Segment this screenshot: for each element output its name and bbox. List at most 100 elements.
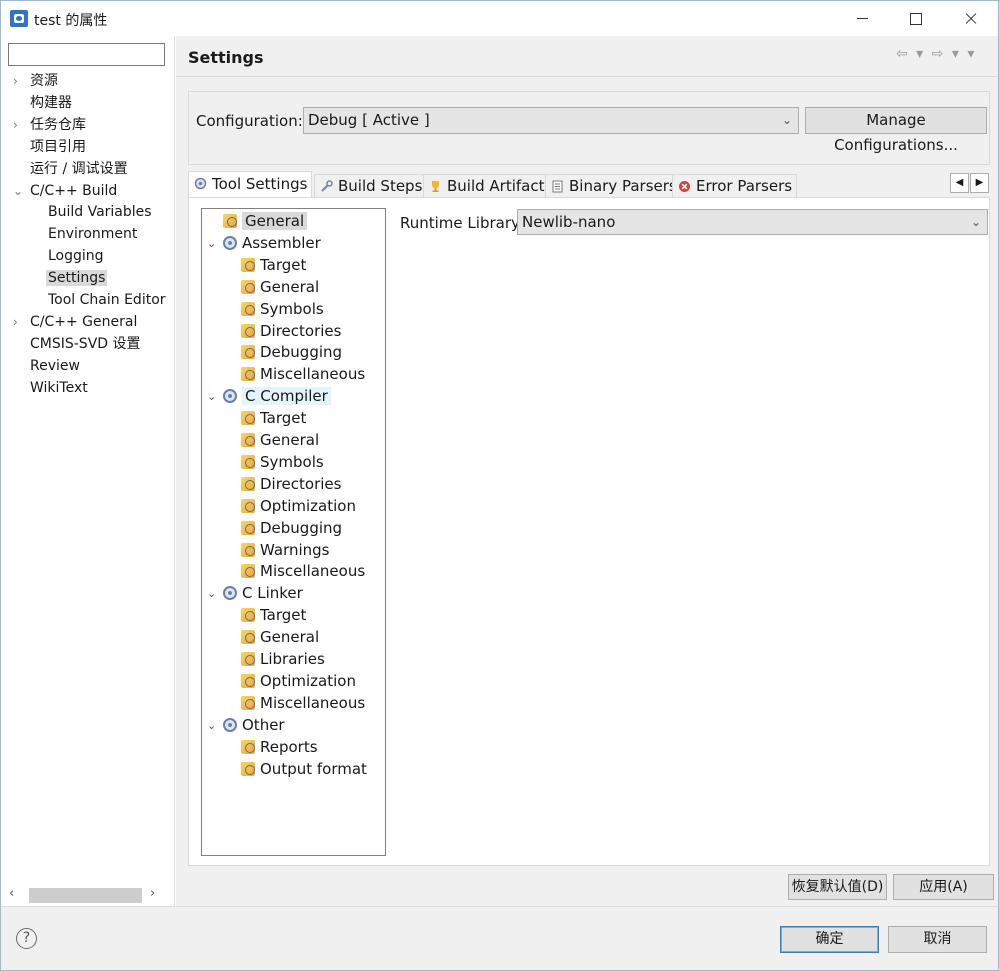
close-button[interactable] [944, 1, 999, 36]
folder-icon [241, 739, 255, 754]
tree-node[interactable]: Target [241, 255, 306, 276]
tree-node[interactable]: Miscellaneous [241, 561, 365, 582]
folder-icon [241, 279, 255, 294]
configuration-select[interactable]: Debug [ Active ] ⌄ [303, 107, 799, 134]
nav-item-settings[interactable]: Settings [46, 268, 108, 289]
scroll-left-icon[interactable]: ‹ [9, 886, 14, 901]
tree-node[interactable]: Optimization [241, 671, 356, 692]
tree-node[interactable]: ⌄ Assembler [207, 233, 321, 254]
folder-icon [241, 630, 255, 645]
tree-node-label: Directories [260, 474, 342, 493]
tree-node-label: Debugging [260, 343, 343, 362]
chevron-right-icon[interactable]: › [13, 71, 25, 92]
folder-icon [241, 520, 255, 535]
nav-item-label: Logging [48, 248, 104, 265]
filter-input[interactable] [8, 43, 165, 66]
tree-node-label: General [260, 431, 320, 449]
tree-node[interactable]: Directories [241, 474, 341, 495]
ok-button[interactable]: 确定 [780, 926, 879, 953]
folder-icon [241, 301, 255, 316]
nav-horizontal-scrollbar[interactable]: ‹ › [7, 885, 165, 905]
tree-node-label: C Linker [242, 584, 303, 603]
tree-node-label: Symbols [260, 299, 324, 318]
tab-build-steps[interactable]: Build Steps [314, 174, 428, 197]
tree-node-label: Optimization [260, 496, 356, 515]
tree-node[interactable]: Debugging [241, 342, 342, 363]
chevron-down-icon[interactable]: ⌄ [207, 233, 216, 254]
scroll-right-icon[interactable]: › [150, 886, 155, 901]
tree-node[interactable]: Miscellaneous [241, 364, 365, 385]
tree-node[interactable]: Symbols [241, 452, 324, 473]
tree-node-label: Miscellaneous [260, 562, 366, 581]
tree-node[interactable]: Target [241, 408, 306, 429]
tree-node[interactable]: ⌄ Other [207, 715, 285, 736]
chevron-down-icon[interactable]: ⌄ [207, 386, 216, 407]
nav-item-label: Environment [48, 226, 138, 243]
chevron-down-icon[interactable]: ⌄ [207, 715, 216, 736]
tree-node[interactable]: Optimization [241, 496, 356, 517]
nav-item-environment[interactable]: Environment [48, 224, 137, 245]
nav-item-c-c-build[interactable]: ⌄ C/C++ Build [13, 181, 117, 202]
tree-node[interactable]: General [223, 211, 308, 232]
tree-node[interactable]: Output format [241, 759, 367, 780]
restore-defaults-button[interactable]: 恢复默认值(D) [788, 874, 887, 900]
chevron-right-icon[interactable]: › [13, 115, 25, 136]
tree-node[interactable]: Reports [241, 737, 318, 758]
tree-node[interactable]: ⌄ C Linker [207, 583, 303, 604]
folder-icon [241, 761, 255, 776]
tab-binary-parsers[interactable]: Binary Parsers [545, 174, 682, 197]
folder-icon [241, 257, 255, 272]
chevron-down-icon[interactable]: ⌄ [207, 583, 216, 604]
runtime-library-select[interactable]: Newlib-nano ⌄ [517, 209, 988, 235]
tree-node[interactable]: General [241, 430, 319, 451]
nav-item-build-variables[interactable]: Build Variables [48, 202, 152, 223]
tree-node-label: C Compiler [242, 387, 331, 406]
tree-node[interactable]: Directories [241, 321, 341, 342]
tool-settings-tree[interactable]: General ⌄ Assembler Target General Symbols Dir… [201, 208, 386, 856]
tree-node-label: Other [242, 715, 285, 734]
tree-node[interactable]: Warnings [241, 540, 330, 561]
tree-node[interactable]: General [241, 627, 319, 648]
scrollbar-thumb[interactable] [29, 888, 142, 903]
manage-configurations-button[interactable]: Manage Configurations... [805, 107, 987, 154]
tree-node[interactable]: Miscellaneous [241, 693, 365, 714]
tree-node[interactable]: Target [241, 605, 306, 626]
nav-item-label: Settings [46, 270, 108, 287]
minimize-button[interactable] [834, 1, 890, 36]
runtime-library-label: Runtime Library [400, 214, 520, 232]
history-nav-icons[interactable]: ⇦ ▾ ⇨ ▾ ▾ [896, 46, 976, 62]
tree-node[interactable]: Debugging [241, 518, 342, 539]
tree-node[interactable]: Symbols [241, 299, 324, 320]
tree-node[interactable]: Libraries [241, 649, 325, 670]
maximize-button[interactable] [889, 1, 945, 36]
nav-item-资源[interactable]: › 资源 [13, 71, 58, 92]
help-icon[interactable]: ? [16, 928, 37, 949]
tree-node-label: Miscellaneous [260, 693, 366, 712]
tree-node[interactable]: General [241, 277, 319, 298]
nav-item-项目引用[interactable]: 项目引用 [30, 137, 86, 158]
nav-item-review[interactable]: Review [30, 356, 80, 377]
chevron-right-icon[interactable]: › [13, 312, 25, 333]
nav-item-label: C/C++ General [30, 313, 138, 330]
tab-tool-settings[interactable]: Tool Settings [188, 171, 313, 197]
nav-item-c-c-general[interactable]: › C/C++ General [13, 312, 138, 333]
nav-item-构建器[interactable]: 构建器 [30, 93, 72, 114]
nav-item-logging[interactable]: Logging [48, 246, 104, 267]
tab-scroll-left-button[interactable]: ◀ [950, 173, 969, 193]
settings-page: Settings ⇦ ▾ ⇨ ▾ ▾ Configuration: Debug … [176, 36, 998, 906]
nav-item-cmsis-svd-设置[interactable]: CMSIS-SVD 设置 [30, 334, 141, 355]
nav-item-运行-调试设置[interactable]: 运行 / 调试设置 [30, 159, 128, 180]
property-nav: › 资源构建器 › 任务仓库 项目引用 运行 / 调试设置 ⌄ C/C++ Build Buil… [1, 36, 175, 906]
cancel-button[interactable]: 取消 [888, 926, 987, 953]
nav-item-label: 构建器 [30, 94, 72, 111]
nav-item-tool-chain-editor[interactable]: Tool Chain Editor [48, 290, 166, 311]
tab-build-artifact[interactable]: Build Artifact [423, 174, 550, 197]
tree-node[interactable]: ⌄ C Compiler [207, 386, 331, 407]
nav-item-wikitext[interactable]: WikiText [30, 378, 88, 399]
chevron-down-icon[interactable]: ⌄ [13, 181, 25, 202]
nav-item-任务仓库[interactable]: › 任务仓库 [13, 115, 86, 136]
tab-scroll-right-button[interactable]: ▶ [970, 173, 989, 193]
folder-icon [241, 542, 255, 557]
tab-error-parsers[interactable]: Error Parsers [672, 174, 798, 197]
apply-button[interactable]: 应用(A) [893, 874, 994, 900]
